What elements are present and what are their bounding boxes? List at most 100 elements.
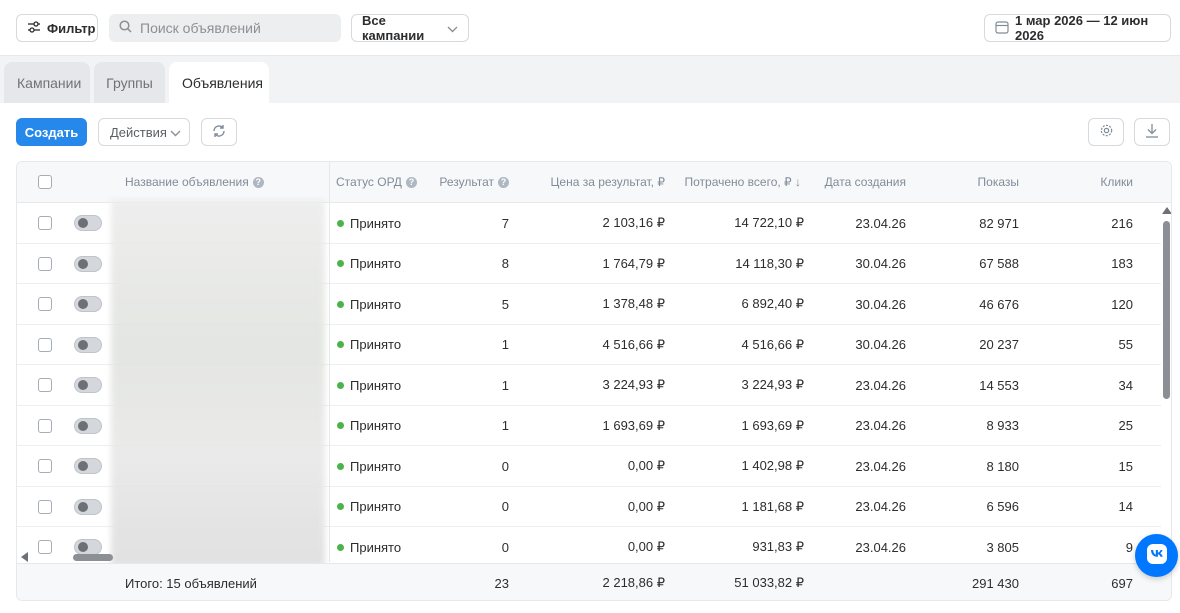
price-cell: 0,00 ₽ <box>627 498 665 514</box>
ad-status-toggle[interactable] <box>74 498 102 515</box>
total-label: Итого: 15 объявлений <box>125 575 257 591</box>
vertical-scrollbar[interactable] <box>1161 203 1171 563</box>
ad-status-toggle[interactable] <box>74 215 102 231</box>
clicks-cell: 183 <box>1111 256 1133 271</box>
price-cell: 0,00 ₽ <box>627 458 665 473</box>
row-checkbox[interactable] <box>38 499 52 514</box>
search-input[interactable] <box>140 20 330 36</box>
search-icon <box>119 20 132 36</box>
date-range-label: 1 мар 2026 — 12 июн 2026 <box>1015 13 1149 43</box>
row-checkbox[interactable] <box>38 216 52 230</box>
status-dot <box>337 260 344 267</box>
download-button[interactable] <box>1134 118 1170 146</box>
campaign-select-label: Все кампании <box>362 13 425 43</box>
download-icon <box>1145 123 1159 141</box>
date-range-button[interactable]: 1 мар 2026 — 12 июн 2026 <box>984 13 1171 43</box>
ord-status-cell: Принято <box>337 406 401 446</box>
clicks-cell: 15 <box>1118 458 1133 474</box>
total-spent: 51 033,82 ₽ <box>734 575 804 590</box>
result-cell: 8 <box>501 256 509 271</box>
result-cell: 1 <box>501 418 509 433</box>
th-impressions[interactable]: Показы <box>937 162 1019 202</box>
gear-icon <box>1099 123 1114 141</box>
vertical-scroll-thumb[interactable] <box>1163 221 1170 399</box>
help-icon[interactable]: ? <box>498 176 509 188</box>
ord-status-text: Принято <box>350 296 402 312</box>
select-all-checkbox[interactable] <box>38 175 52 189</box>
th-status[interactable]: Статус ОРД? <box>336 162 417 202</box>
ad-status-toggle[interactable] <box>74 377 102 393</box>
created-cell: 30.04.26 <box>855 296 906 312</box>
result-cell: 0 <box>501 539 509 555</box>
table-settings-button[interactable] <box>1088 118 1124 146</box>
tab-campaigns-label: Кампании <box>17 74 82 91</box>
ad-status-toggle[interactable] <box>74 255 102 272</box>
th-price[interactable]: Цена за результат, ₽ <box>527 162 665 202</box>
tab-ads[interactable]: Объявления <box>169 62 269 103</box>
create-button[interactable]: Создать <box>16 118 87 146</box>
row-checkbox[interactable] <box>38 459 52 473</box>
th-clicks[interactable]: Клики <box>1057 162 1133 202</box>
ord-status-cell: Принято <box>337 325 401 365</box>
row-checkbox[interactable] <box>38 418 52 433</box>
th-impressions-label: Показы <box>977 175 1019 189</box>
clicks-cell: 34 <box>1118 377 1133 393</box>
calendar-icon <box>995 20 1009 37</box>
th-spent-label: Потрачено всего, ₽ ↓ <box>684 175 801 189</box>
table-footer: Итого: 15 объявлений 23 2 218,86 ₽ 51 03… <box>17 563 1171 600</box>
spent-cell: 3 224,93 ₽ <box>741 377 805 392</box>
refresh-button[interactable] <box>201 118 237 146</box>
status-dot <box>337 300 344 308</box>
scroll-left-arrow-icon[interactable] <box>21 552 28 562</box>
vk-support-button[interactable] <box>1135 534 1178 577</box>
ad-status-toggle[interactable] <box>74 296 102 312</box>
ord-status-text: Принято <box>350 377 402 393</box>
status-dot <box>337 462 344 470</box>
ad-status-toggle[interactable] <box>74 417 102 434</box>
th-created[interactable]: Дата создания <box>817 162 906 202</box>
impressions-cell: 8 180 <box>986 458 1019 474</box>
row-checkbox[interactable] <box>38 337 52 352</box>
row-checkbox[interactable] <box>38 256 52 271</box>
row-checkbox[interactable] <box>38 378 52 392</box>
help-icon[interactable]: ? <box>405 176 417 188</box>
ord-status-text: Принято <box>350 499 402 514</box>
filter-button[interactable]: Фильтр <box>16 14 98 42</box>
scroll-up-arrow-icon[interactable] <box>1162 207 1171 214</box>
th-status-label: Статус ОРД <box>336 175 402 189</box>
ord-status-cell: Принято <box>337 365 401 405</box>
chevron-down-icon <box>447 21 458 36</box>
th-name[interactable]: Название объявления? <box>125 162 264 202</box>
ad-status-toggle[interactable] <box>74 336 102 353</box>
actions-label: Действия <box>110 124 167 140</box>
campaign-select[interactable]: Все кампании <box>351 13 469 43</box>
ad-status-toggle[interactable] <box>74 539 102 555</box>
vk-logo-icon <box>1145 542 1169 569</box>
spent-cell: 1 181,68 ₽ <box>741 498 805 514</box>
search-box <box>109 14 341 42</box>
tab-campaigns[interactable]: Кампании <box>4 62 90 103</box>
ad-status-toggle[interactable] <box>74 458 102 474</box>
ord-status-text: Принято <box>350 337 402 352</box>
tab-groups[interactable]: Группы <box>94 62 165 103</box>
th-spent[interactable]: Потрачено всего, ₽ ↓ <box>677 162 801 202</box>
clicks-cell: 216 <box>1111 215 1133 231</box>
status-dot <box>337 543 344 551</box>
th-name-label: Название объявления <box>125 175 249 189</box>
impressions-cell: 3 805 <box>986 539 1019 555</box>
horizontal-scroll-thumb[interactable] <box>73 554 113 561</box>
impressions-cell: 14 553 <box>979 377 1019 393</box>
impressions-cell: 67 588 <box>979 256 1019 271</box>
row-checkbox[interactable] <box>38 297 52 311</box>
ord-status-text: Принято <box>350 215 402 231</box>
price-cell: 1 764,79 ₽ <box>602 255 666 271</box>
actions-dropdown[interactable]: Действия <box>98 118 190 146</box>
ord-status-cell: Принято <box>337 284 401 324</box>
th-result[interactable]: Результат? <box>427 162 509 202</box>
clicks-cell: 9 <box>1125 539 1133 555</box>
help-icon[interactable]: ? <box>252 176 264 188</box>
clicks-cell: 25 <box>1118 418 1133 433</box>
create-label: Создать <box>24 124 79 140</box>
row-checkbox[interactable] <box>38 540 52 554</box>
level-tabs: Кампании Группы Объявления <box>0 62 273 103</box>
